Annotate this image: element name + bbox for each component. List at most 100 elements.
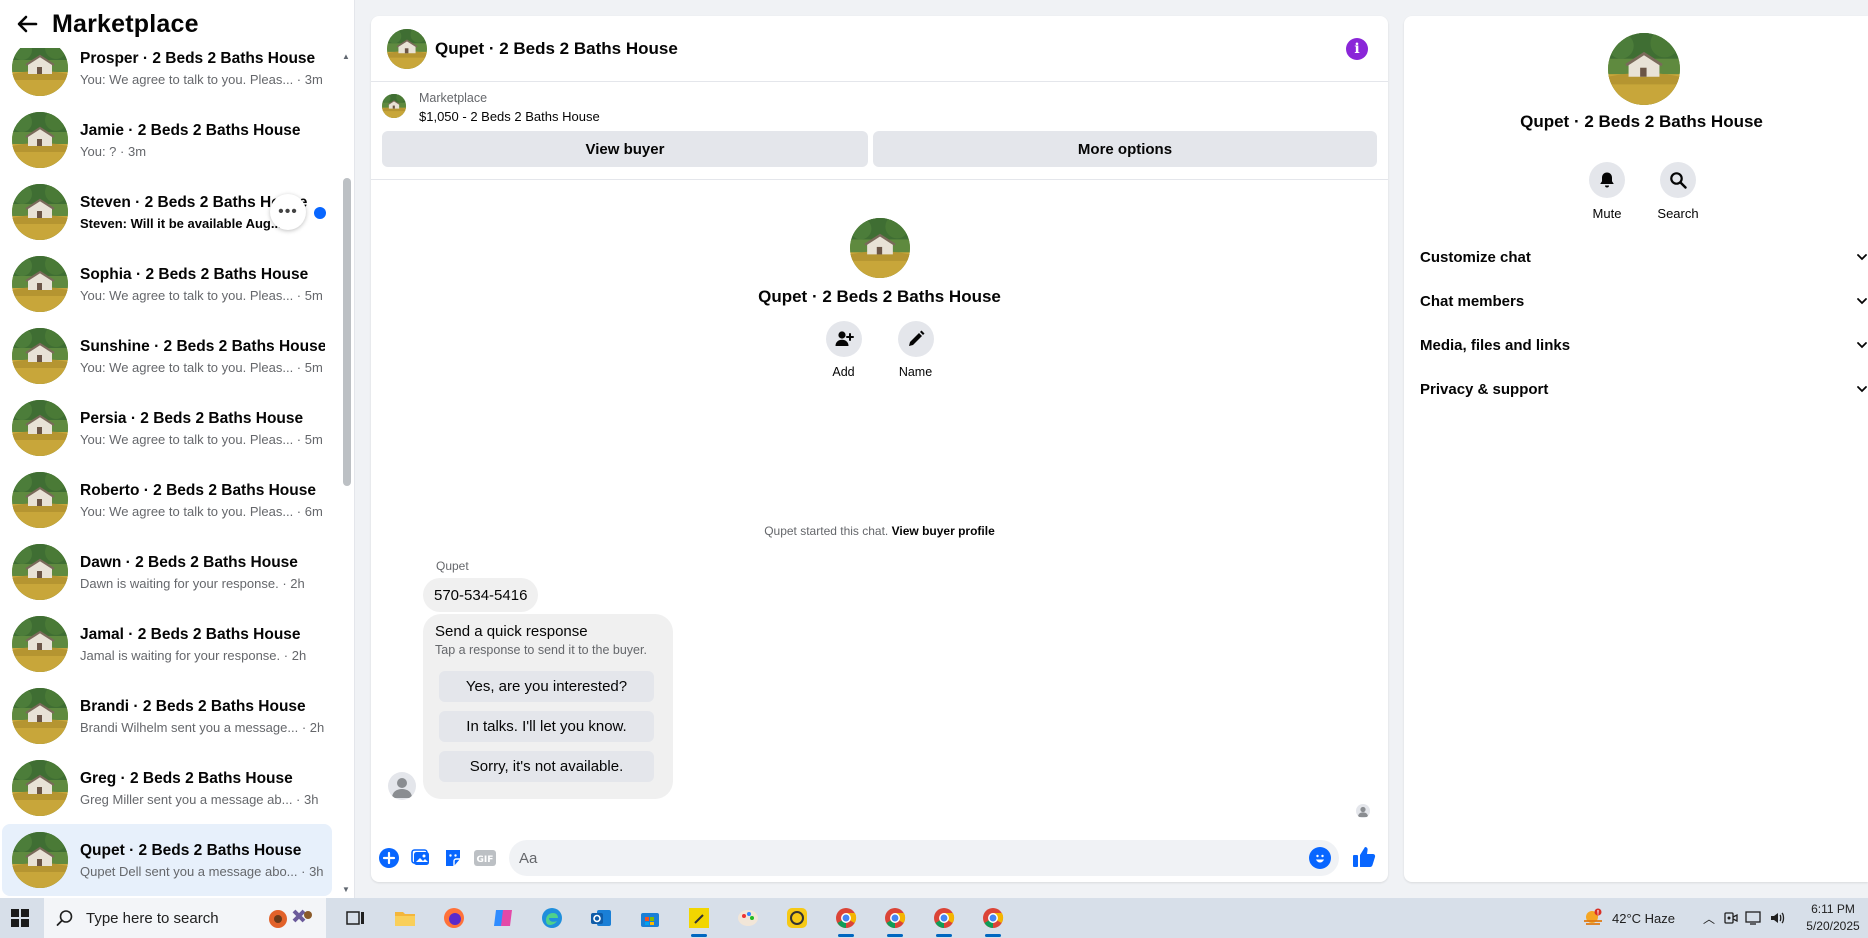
plus-circle-icon[interactable] bbox=[378, 847, 400, 869]
mute-label: Mute bbox=[1592, 206, 1622, 221]
conversation-item[interactable]: Dawn · 2 Beds 2 Baths House Dawn is waiti… bbox=[2, 536, 332, 608]
snippet-separator: · bbox=[292, 791, 304, 807]
chevron-up-icon[interactable]: ︿ bbox=[1703, 910, 1715, 927]
chat-avatar[interactable] bbox=[387, 28, 427, 69]
conversation-snippet: Jamal is waiting for your response. · 2h bbox=[80, 648, 325, 663]
meet-now-icon[interactable] bbox=[1723, 910, 1739, 926]
conversation-item[interactable]: Sunshine · 2 Beds 2 Baths House You: We a… bbox=[2, 320, 332, 392]
view-buyer-button[interactable]: View buyer bbox=[382, 131, 868, 167]
media-files-links-section[interactable]: Media, files and links bbox=[1420, 327, 1868, 363]
info-icon[interactable]: i bbox=[1346, 38, 1368, 60]
scroll-down-icon[interactable]: ▼ bbox=[342, 885, 350, 894]
conversation-item[interactable]: Jamie · 2 Beds 2 Baths House You: ? · 3m bbox=[2, 104, 332, 176]
view-buyer-profile-link[interactable]: View buyer profile bbox=[892, 524, 995, 538]
conversation-item[interactable]: Sophia · 2 Beds 2 Baths House You: We agr… bbox=[2, 248, 332, 320]
photo-icon[interactable] bbox=[410, 847, 432, 869]
sticker-icon[interactable] bbox=[442, 847, 464, 869]
conversation-avatar bbox=[12, 544, 68, 600]
snippet-time: 3h bbox=[304, 791, 319, 807]
copilot-icon[interactable] bbox=[491, 906, 515, 930]
conversation-snippet: You: We agree to talk to you. Pleas... ·… bbox=[80, 504, 325, 519]
conversation-avatar bbox=[12, 256, 68, 312]
conversation-item[interactable]: Jamal · 2 Beds 2 Baths House Jamal is wai… bbox=[2, 608, 332, 680]
chat-title[interactable]: Qupet · 2 Beds 2 Baths House bbox=[435, 39, 678, 59]
conversation-avatar bbox=[12, 760, 68, 816]
conversation-item[interactable]: Brandi · 2 Beds 2 Baths House Brandi Wilh… bbox=[2, 680, 332, 752]
conversation-snippet: Brandi Wilhelm sent you a message... · 2… bbox=[80, 720, 325, 735]
chevron-down-icon bbox=[1857, 342, 1867, 349]
firefox-icon[interactable] bbox=[442, 906, 466, 930]
quick-reply-not-available[interactable]: Sorry, it's not available. bbox=[439, 751, 654, 782]
weather-text[interactable]: 42°C Haze bbox=[1612, 911, 1675, 926]
sticky-notes-icon[interactable] bbox=[687, 906, 711, 937]
listing-thumbnail[interactable] bbox=[382, 94, 406, 118]
message-input[interactable] bbox=[519, 849, 1279, 867]
scrollbar-thumb[interactable] bbox=[343, 178, 351, 486]
snippet-time: 5m bbox=[304, 431, 323, 447]
sender-name: Qupet bbox=[436, 559, 469, 573]
quick-reply-interested[interactable]: Yes, are you interested? bbox=[439, 671, 654, 702]
taskbar-search-box[interactable]: Type here to search bbox=[44, 898, 326, 938]
intro-avatar bbox=[849, 218, 910, 278]
taskbar-clock[interactable]: 6:11 PM 5/20/2025 bbox=[1802, 901, 1864, 935]
windows-start-icon[interactable] bbox=[0, 898, 40, 938]
file-explorer-icon[interactable] bbox=[393, 906, 417, 930]
weather-haze-icon[interactable]: ! bbox=[1582, 908, 1604, 928]
conversation-item[interactable]: Steven · 2 Beds 2 Baths House Steven: Wil… bbox=[2, 176, 332, 248]
conversation-avatar bbox=[12, 616, 68, 672]
sender-avatar-icon[interactable] bbox=[388, 772, 416, 800]
chrome-profile-3-icon[interactable] bbox=[932, 906, 956, 937]
sidebar-scrollbar[interactable]: ▲ ▼ bbox=[342, 48, 352, 894]
network-icon[interactable] bbox=[1745, 910, 1763, 926]
chrome-profile-4-icon[interactable] bbox=[981, 906, 1005, 937]
gif-icon[interactable]: GIF bbox=[474, 847, 496, 869]
listing-price-title[interactable]: $1,050 - 2 Beds 2 Baths House bbox=[419, 109, 600, 124]
conversation-name: Dawn · 2 Beds 2 Baths House bbox=[80, 553, 298, 571]
microsoft-store-icon[interactable] bbox=[638, 906, 662, 930]
chrome-icon[interactable] bbox=[834, 906, 858, 937]
search-icon bbox=[1660, 162, 1696, 198]
search-in-chat-button[interactable]: Search bbox=[1657, 162, 1699, 221]
conversation-avatar bbox=[12, 184, 68, 240]
quick-reply-in-talks[interactable]: In talks. I'll let you know. bbox=[439, 711, 654, 742]
customize-chat-section[interactable]: Customize chat bbox=[1420, 239, 1868, 275]
more-options-icon[interactable]: ••• bbox=[270, 194, 306, 230]
add-people-button[interactable]: Add bbox=[825, 321, 862, 379]
privacy-support-section[interactable]: Privacy & support bbox=[1420, 371, 1868, 407]
message-bubble[interactable]: 570-534-5416 bbox=[423, 578, 539, 612]
paint-icon[interactable] bbox=[736, 906, 760, 930]
clock-date: 5/20/2025 bbox=[1806, 919, 1860, 933]
more-options-button[interactable]: More options bbox=[873, 131, 1377, 167]
outlook-icon[interactable] bbox=[589, 906, 613, 930]
marketplace-listing-bar: Marketplace $1,050 - 2 Beds 2 Baths Hous… bbox=[371, 82, 1388, 180]
pencil-icon bbox=[897, 321, 934, 357]
chrome-profile-2-icon[interactable] bbox=[883, 906, 907, 937]
chat-info-panel: Qupet · 2 Beds 2 Baths House Mute Search… bbox=[1404, 16, 1868, 882]
conversation-snippet: You: We agree to talk to you. Pleas... ·… bbox=[80, 432, 325, 447]
app-yellow-icon[interactable] bbox=[785, 906, 809, 930]
edit-name-button[interactable]: Name bbox=[897, 321, 934, 379]
chat-members-section[interactable]: Chat members bbox=[1420, 283, 1868, 319]
back-arrow-icon[interactable] bbox=[14, 11, 40, 37]
emoji-icon[interactable] bbox=[1309, 847, 1331, 869]
edge-icon[interactable] bbox=[540, 906, 564, 930]
conversation-avatar bbox=[12, 832, 68, 888]
scroll-up-icon[interactable]: ▲ bbox=[342, 52, 350, 61]
conversation-avatar bbox=[12, 688, 68, 744]
conversation-item[interactable]: Persia · 2 Beds 2 Baths House You: We agr… bbox=[2, 392, 332, 464]
media-files-links-label: Media, files and links bbox=[1420, 336, 1571, 354]
chat-started-notice: Qupet started this chat. View buyer prof… bbox=[371, 524, 1388, 538]
conversation-item[interactable]: Qupet · 2 Beds 2 Baths House Qupet Dell s… bbox=[2, 824, 332, 896]
conversation-item[interactable]: Roberto · 2 Beds 2 Baths House You: We ag… bbox=[2, 464, 332, 536]
chat-members-label: Chat members bbox=[1420, 292, 1525, 310]
snippet-time: 5m bbox=[304, 359, 323, 375]
info-avatar[interactable] bbox=[1608, 33, 1680, 105]
mute-button[interactable]: Mute bbox=[1589, 162, 1625, 221]
conversation-item[interactable]: Greg · 2 Beds 2 Baths House Greg Miller s… bbox=[2, 752, 332, 824]
conversation-avatar bbox=[12, 328, 68, 384]
volume-icon[interactable] bbox=[1769, 910, 1787, 926]
thumbs-up-icon[interactable] bbox=[1352, 845, 1376, 874]
flower-decoration-icon bbox=[269, 909, 312, 928]
search-icon bbox=[56, 910, 73, 926]
task-view-icon[interactable] bbox=[344, 906, 368, 930]
